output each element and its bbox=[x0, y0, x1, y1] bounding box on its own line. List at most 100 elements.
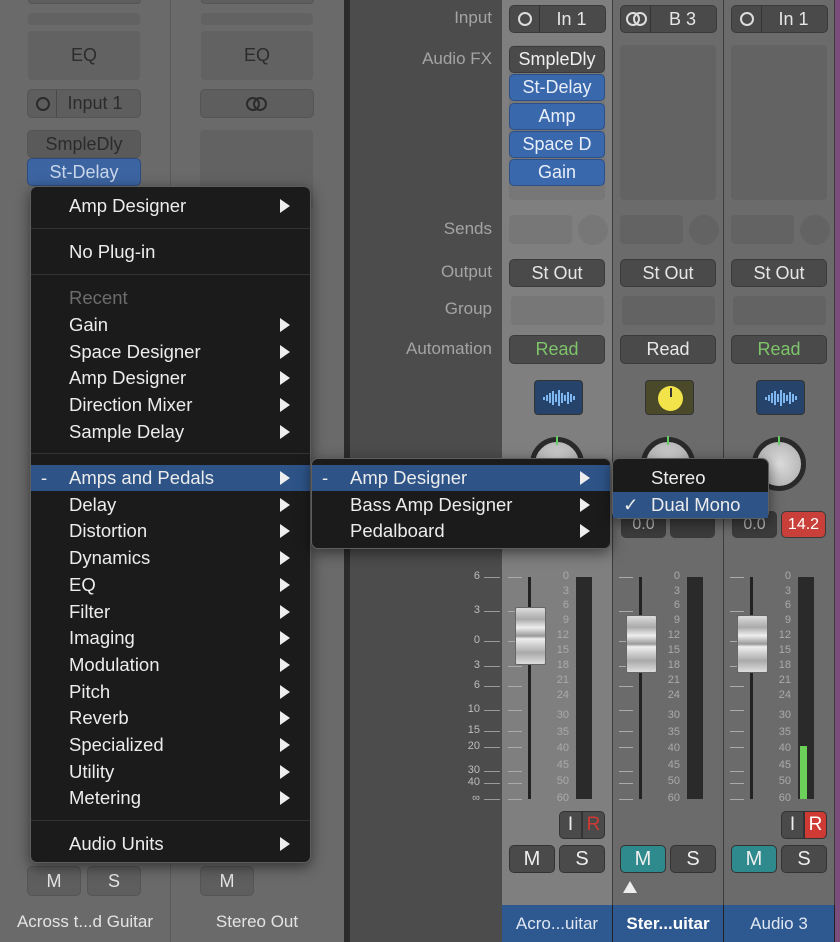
automation-button[interactable]: Read bbox=[731, 335, 827, 364]
mute-button[interactable]: M bbox=[509, 845, 555, 873]
fader-scale-label: 3 bbox=[473, 604, 480, 616]
group-slot[interactable] bbox=[733, 296, 826, 325]
automation-button[interactable]: Read bbox=[620, 335, 716, 364]
send-knob[interactable] bbox=[689, 215, 719, 245]
selected-marker-icon bbox=[623, 881, 637, 893]
mute-button[interactable]: M bbox=[27, 866, 81, 896]
menu-item-category[interactable]: - Amps and Pedals bbox=[31, 465, 310, 491]
automation-row-label: Automation bbox=[406, 339, 492, 358]
mute-button[interactable]: M bbox=[731, 845, 777, 873]
menu-item-category[interactable]: Filter bbox=[31, 599, 310, 625]
menu-item-category[interactable]: Utility bbox=[31, 759, 310, 785]
fx-slot[interactable]: Gain bbox=[509, 159, 605, 187]
channel-name[interactable]: Acro...uitar bbox=[502, 905, 613, 942]
tuner-knob-icon[interactable] bbox=[645, 380, 694, 415]
mute-button[interactable]: M bbox=[200, 866, 254, 896]
menu-item-category[interactable]: Pitch bbox=[31, 679, 310, 705]
input-button[interactable]: In 1 bbox=[509, 5, 606, 33]
menu-item-category[interactable]: Imaging bbox=[31, 625, 310, 651]
send-knob[interactable] bbox=[578, 215, 608, 245]
menu-separator bbox=[31, 228, 310, 229]
group-slot[interactable] bbox=[622, 296, 715, 325]
record-enable-button[interactable]: R bbox=[582, 811, 605, 839]
menu-item-recent[interactable]: Gain bbox=[31, 312, 310, 338]
menu-item-category[interactable]: Specialized bbox=[31, 732, 310, 758]
partial-button bbox=[28, 0, 141, 4]
fx-slot[interactable]: Space D bbox=[509, 130, 605, 158]
send-slot[interactable] bbox=[731, 215, 794, 244]
output-button[interactable]: St Out bbox=[731, 259, 827, 287]
input-button[interactable]: Input 1 bbox=[27, 89, 141, 118]
menu-separator bbox=[31, 274, 310, 275]
channel-name[interactable]: Audio 3 bbox=[724, 905, 835, 942]
menu-item-category[interactable]: Dynamics bbox=[31, 545, 310, 571]
meter-scale-label: 12 bbox=[778, 629, 791, 641]
fx-slot-smpledly[interactable]: SmpleDly bbox=[27, 130, 141, 158]
submenu-item-stereo[interactable]: Stereo bbox=[613, 465, 768, 491]
channel-name[interactable]: Stereo Out bbox=[171, 912, 343, 932]
automation-button[interactable]: Read bbox=[509, 335, 605, 364]
menu-item-amp-designer[interactable]: Amp Designer bbox=[31, 193, 310, 219]
send-slot[interactable] bbox=[509, 215, 572, 244]
fx-slot[interactable]: SmpleDly bbox=[509, 46, 605, 73]
menu-item-recent[interactable]: Space Designer bbox=[31, 339, 310, 365]
menu-item-label: Stereo bbox=[651, 467, 706, 488]
submenu-item-dual-mono[interactable]: ✓ Dual Mono bbox=[613, 492, 768, 518]
menu-item-no-plugin[interactable]: No Plug-in bbox=[31, 239, 310, 265]
menu-item-category[interactable]: Distortion bbox=[31, 518, 310, 544]
stereo-input-button[interactable] bbox=[200, 89, 314, 118]
scale-tick bbox=[484, 666, 500, 667]
eq-slot[interactable]: EQ bbox=[201, 31, 313, 80]
menu-item-recent[interactable]: Sample Delay bbox=[31, 419, 310, 445]
solo-button[interactable]: S bbox=[781, 845, 827, 873]
solo-button[interactable]: S bbox=[670, 845, 716, 873]
waveform-icon[interactable] bbox=[756, 380, 805, 415]
volume-fader-handle[interactable] bbox=[515, 607, 546, 665]
menu-item-category[interactable]: Modulation bbox=[31, 652, 310, 678]
channel-name[interactable]: Across t...d Guitar bbox=[0, 912, 170, 932]
mute-button[interactable]: M bbox=[620, 845, 666, 873]
submenu-arrow-icon bbox=[280, 551, 290, 566]
group-slot[interactable] bbox=[511, 296, 604, 325]
menu-item-label: Reverb bbox=[69, 707, 129, 729]
output-button[interactable]: St Out bbox=[509, 259, 605, 287]
solo-button[interactable]: S bbox=[559, 845, 605, 873]
submenu-item-bass-amp-designer[interactable]: Bass Amp Designer bbox=[312, 492, 610, 518]
input-button[interactable]: In 1 bbox=[731, 5, 828, 33]
submenu-item-amp-designer[interactable]: - Amp Designer bbox=[312, 465, 610, 491]
fx-slots[interactable] bbox=[731, 45, 827, 200]
volume-fader-handle[interactable] bbox=[737, 614, 768, 673]
menu-item-recent[interactable]: Direction Mixer bbox=[31, 392, 310, 418]
menu-item-recent[interactable]: Amp Designer bbox=[31, 365, 310, 391]
eq-slot[interactable]: EQ bbox=[28, 31, 140, 80]
input-monitor-button[interactable]: I bbox=[781, 811, 804, 839]
send-knob[interactable] bbox=[800, 215, 830, 245]
send-slot[interactable] bbox=[620, 215, 683, 244]
menu-item-audio-units[interactable]: Audio Units bbox=[31, 831, 310, 857]
channel-name[interactable]: Ster...uitar bbox=[613, 905, 724, 942]
fx-slot-st-delay[interactable]: St-Delay bbox=[27, 158, 141, 186]
menu-item-category[interactable]: Metering bbox=[31, 785, 310, 811]
menu-item-category[interactable]: EQ bbox=[31, 572, 310, 598]
meter-scale-label: 50 bbox=[667, 775, 680, 787]
volume-fader-handle[interactable] bbox=[626, 614, 657, 673]
fx-slots[interactable] bbox=[620, 45, 716, 200]
menu-item-category[interactable]: Reverb bbox=[31, 705, 310, 731]
record-enable-button[interactable]: R bbox=[804, 811, 827, 839]
scale-tick bbox=[484, 771, 500, 772]
group-row-label: Group bbox=[444, 299, 492, 318]
solo-button[interactable]: S bbox=[87, 866, 141, 896]
meter-scale-label: 21 bbox=[667, 674, 680, 686]
input-monitor-button[interactable]: I bbox=[559, 811, 582, 839]
input-button[interactable]: B 3 bbox=[620, 5, 717, 33]
output-button[interactable]: St Out bbox=[620, 259, 716, 287]
setting-slot[interactable] bbox=[201, 13, 313, 25]
peak-display[interactable]: 14.2 bbox=[781, 511, 826, 538]
channel-strip: In 1 SmpleDly St-Delay Amp Space D Gain St Out… bbox=[502, 0, 613, 905]
setting-slot[interactable] bbox=[28, 13, 140, 25]
waveform-icon[interactable] bbox=[534, 380, 583, 415]
menu-item-category[interactable]: Delay bbox=[31, 492, 310, 518]
fx-slot[interactable]: Amp bbox=[509, 102, 605, 130]
submenu-item-pedalboard[interactable]: Pedalboard bbox=[312, 518, 610, 544]
fx-slot[interactable]: St-Delay bbox=[509, 74, 605, 102]
